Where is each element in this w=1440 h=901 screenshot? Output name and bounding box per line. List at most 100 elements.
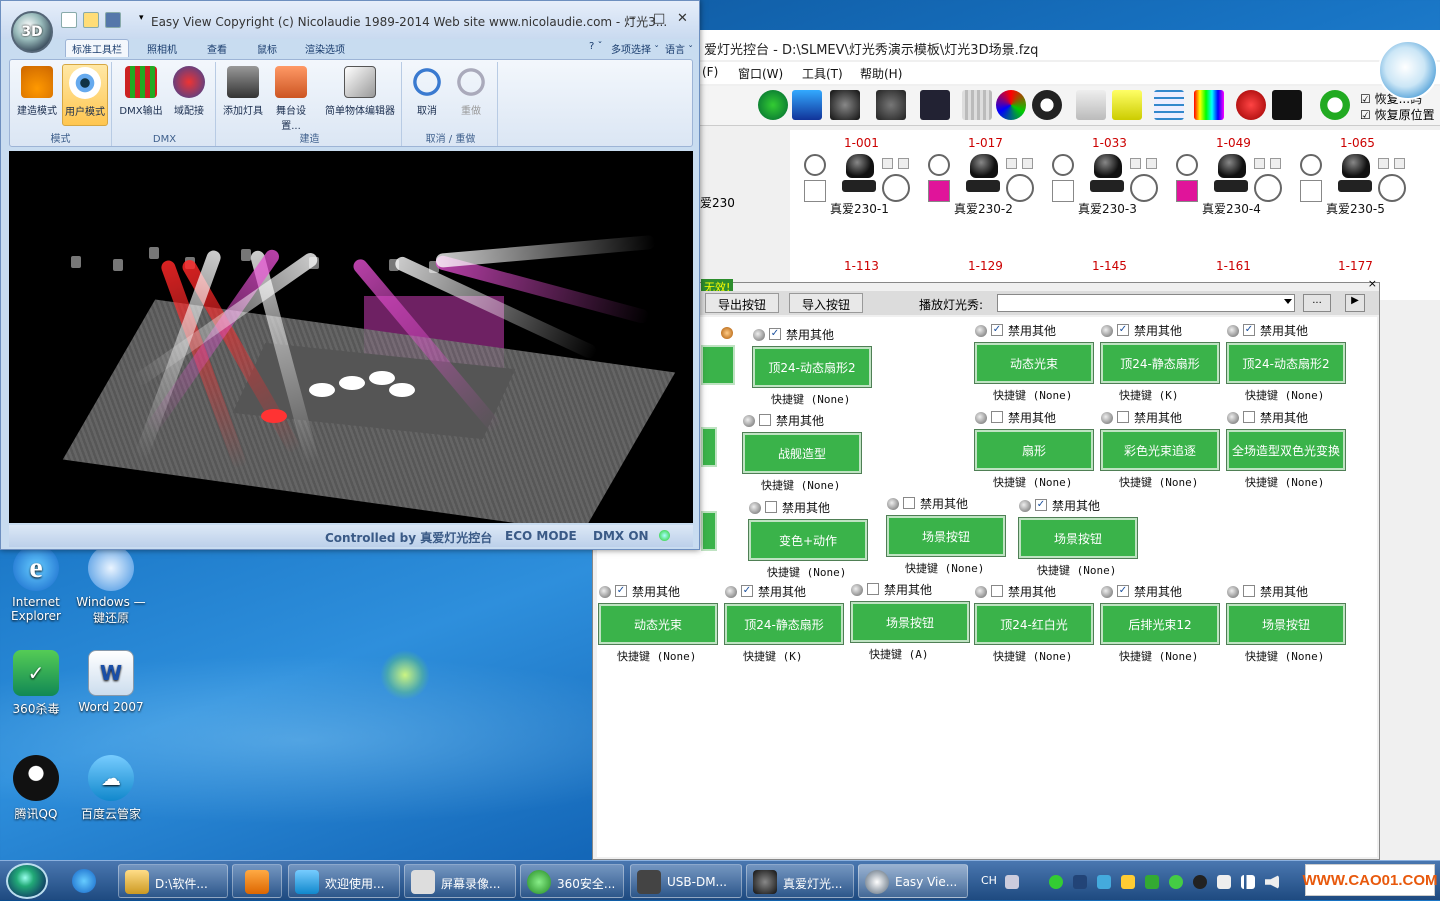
- disable-others-checkbox[interactable]: [1243, 411, 1255, 423]
- volume-icon[interactable]: [1265, 875, 1279, 889]
- disable-others-checkbox[interactable]: [1117, 411, 1129, 423]
- close-icon[interactable]: ×: [1368, 277, 1377, 290]
- build-mode-button[interactable]: 建造模式: [14, 64, 60, 126]
- keyboard-icon[interactable]: [1005, 875, 1019, 889]
- tab-render-options[interactable]: 渲染选项: [305, 41, 345, 56]
- scene-button[interactable]: 顶24-静态扇形: [724, 603, 844, 645]
- scene-button[interactable]: 全场造型双色光变换: [1226, 429, 1346, 471]
- disable-others-checkbox[interactable]: [1243, 585, 1255, 597]
- tray-icon[interactable]: [1049, 875, 1063, 889]
- object-editor-button[interactable]: 简单物体编辑器: [322, 64, 398, 126]
- fixture-tile[interactable]: 1-065 真爱230-5: [1300, 136, 1420, 256]
- show-select[interactable]: [997, 294, 1295, 312]
- tab-standard-toolbar[interactable]: 标准工具栏: [65, 39, 129, 57]
- disable-others-checkbox[interactable]: [759, 414, 771, 426]
- audio-icon[interactable]: [1272, 90, 1302, 120]
- color-palette-icon[interactable]: [1194, 90, 1224, 120]
- help-menu[interactable]: ? ˇ: [589, 41, 603, 52]
- tray-icon[interactable]: [1217, 875, 1231, 889]
- scene-button[interactable]: 动态光束: [598, 603, 718, 645]
- fixture-group-icon[interactable]: [876, 90, 906, 120]
- undo-button[interactable]: 取消: [404, 64, 450, 126]
- beam-icon[interactable]: [1076, 90, 1106, 120]
- disable-others-checkbox[interactable]: ✓: [991, 324, 1003, 336]
- refresh-icon[interactable]: [1320, 90, 1350, 120]
- play-button[interactable]: ▶: [1345, 294, 1365, 312]
- bluetooth-icon[interactable]: [1073, 875, 1087, 889]
- tray-icon[interactable]: [1169, 875, 1183, 889]
- taskbar-welcome[interactable]: 欢迎使用...: [288, 864, 400, 898]
- patch-button[interactable]: 域配接: [166, 64, 212, 126]
- fixture-tile[interactable]: 1-001 真爱230-1: [804, 136, 924, 256]
- disable-others-checkbox[interactable]: ✓: [1035, 499, 1047, 511]
- color-wheel-icon[interactable]: [996, 90, 1026, 120]
- shield-icon[interactable]: [1145, 875, 1159, 889]
- desktop-icon-windows-restore[interactable]: Windows — 键还原: [75, 545, 147, 626]
- tray-icon[interactable]: [1097, 875, 1111, 889]
- camera-icon[interactable]: [792, 90, 822, 120]
- start-button[interactable]: [6, 863, 48, 899]
- user-mode-button[interactable]: 用户模式: [62, 64, 108, 126]
- record-icon[interactable]: [1236, 90, 1266, 120]
- desktop-icon-baidu-cloud[interactable]: ☁ 百度云管家: [75, 755, 147, 822]
- disable-others-checkbox[interactable]: ✓: [1117, 324, 1129, 336]
- strobe-icon[interactable]: [1112, 90, 1142, 120]
- qq-penguin-icon[interactable]: [1193, 875, 1207, 889]
- disable-others-checkbox[interactable]: [991, 411, 1003, 423]
- scene-button[interactable]: 场景按钮: [1226, 603, 1346, 645]
- add-fixture-button[interactable]: 添加灯具: [220, 64, 266, 126]
- maximize-button[interactable]: □: [653, 11, 665, 26]
- taskbar-usb-dmx[interactable]: USB-DM...: [630, 864, 742, 898]
- scene-button[interactable]: 动态光束: [974, 342, 1094, 384]
- taskbar-folder[interactable]: D:\软件...: [118, 864, 228, 898]
- browse-button[interactable]: ...: [1303, 294, 1331, 312]
- new-file-icon[interactable]: [61, 12, 77, 28]
- menu-file[interactable]: (F): [702, 65, 718, 79]
- settings-icon[interactable]: [721, 327, 733, 339]
- disable-others-checkbox[interactable]: [765, 501, 777, 513]
- scene-button[interactable]: 顶24-动态扇形2: [1226, 342, 1346, 384]
- disable-others-checkbox[interactable]: ✓: [741, 585, 753, 597]
- scene-button-partial[interactable]: [701, 511, 717, 551]
- fixture-tile[interactable]: 1-017 真爱230-2: [928, 136, 1048, 256]
- disable-others-checkbox[interactable]: ✓: [615, 585, 627, 597]
- redo-button[interactable]: 重做: [448, 64, 494, 126]
- desktop-icon-qq[interactable]: 腾讯QQ: [0, 755, 72, 822]
- network-icon[interactable]: [1241, 875, 1255, 889]
- scene-button[interactable]: 变色+动作: [748, 519, 868, 561]
- menu-help[interactable]: 帮助(H): [860, 65, 902, 82]
- desktop-icon-360-antivirus[interactable]: ✓ 360杀毒: [0, 650, 72, 717]
- disable-others-checkbox[interactable]: ✓: [769, 328, 781, 340]
- disable-others-checkbox[interactable]: ✓: [1117, 585, 1129, 597]
- taskbar-screen-recorder[interactable]: 屏幕录像...: [404, 864, 516, 898]
- taskbar-media[interactable]: [232, 864, 282, 898]
- scene-button[interactable]: 扇形: [974, 429, 1094, 471]
- scene-button-partial[interactable]: [701, 345, 735, 385]
- language-indicator[interactable]: CH: [981, 874, 997, 887]
- 3d-view-icon[interactable]: [758, 90, 788, 120]
- grid-icon[interactable]: [1154, 90, 1184, 120]
- multi-select-menu[interactable]: 多项选择 ˇ: [611, 41, 659, 56]
- scene-button[interactable]: 彩色光束追逐: [1100, 429, 1220, 471]
- restore-position-checkbox[interactable]: ☑ 恢复原位置: [1360, 106, 1435, 123]
- dmx-output-button[interactable]: DMX输出: [118, 64, 164, 126]
- desktop-icon-ie[interactable]: e Internet Explorer: [0, 545, 72, 623]
- scene-button[interactable]: 顶24-动态扇形2: [752, 346, 872, 388]
- language-menu[interactable]: 语言 ˇ: [665, 41, 693, 56]
- import-buttons-button[interactable]: 导入按钮: [789, 293, 863, 313]
- taskbar-easy-view[interactable]: Easy Vie...: [858, 864, 968, 898]
- desktop-icon-word[interactable]: W Word 2007: [75, 650, 147, 714]
- tab-mouse[interactable]: 鼠标: [257, 41, 277, 56]
- position-grid-icon[interactable]: [962, 90, 992, 120]
- scene-button[interactable]: 场景按钮: [1018, 517, 1138, 559]
- disable-others-checkbox[interactable]: [867, 583, 879, 595]
- close-button[interactable]: ✕: [677, 11, 688, 26]
- tab-camera[interactable]: 照相机: [147, 41, 177, 56]
- disable-others-checkbox[interactable]: [903, 497, 915, 509]
- tab-view[interactable]: 查看: [207, 41, 227, 56]
- qat-dropdown-icon[interactable]: ▾: [139, 13, 144, 23]
- moving-head-icon[interactable]: [830, 90, 860, 120]
- export-buttons-button[interactable]: 导出按钮: [705, 293, 779, 313]
- fixture-tile[interactable]: 1-033 真爱230-3: [1052, 136, 1172, 256]
- scene-button[interactable]: 场景按钮: [850, 601, 970, 643]
